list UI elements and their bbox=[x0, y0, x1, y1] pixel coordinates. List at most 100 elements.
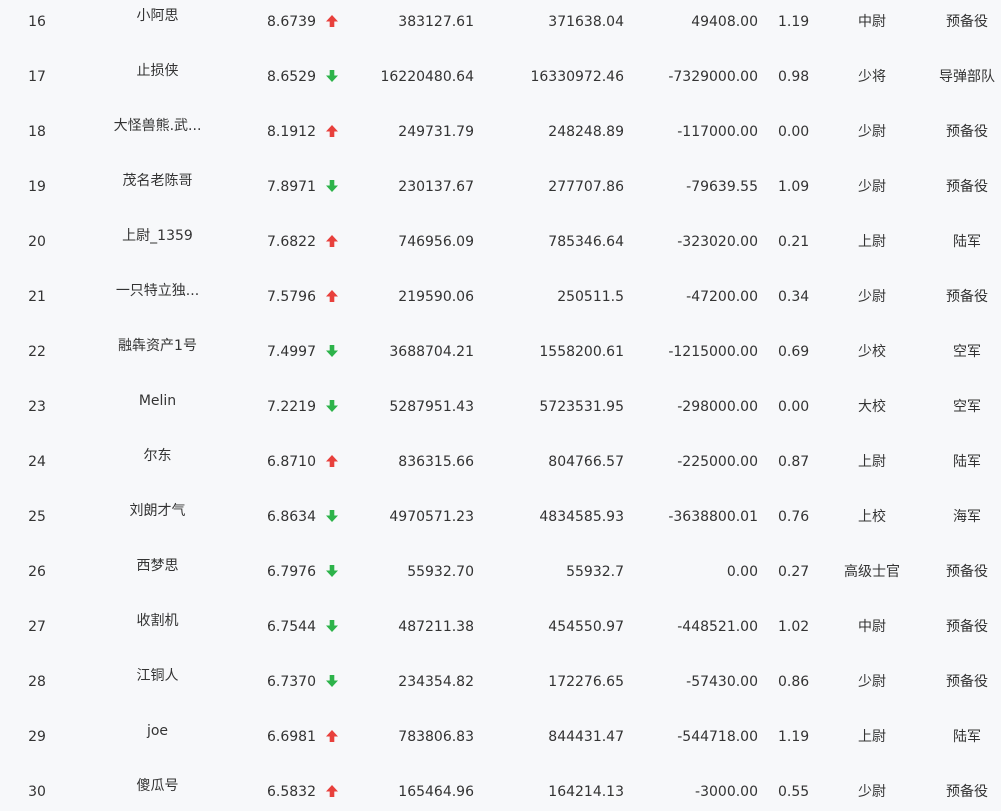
score-cell: 7.6822 bbox=[267, 234, 316, 250]
value1-cell: 383127.61 bbox=[398, 14, 474, 30]
table-row[interactable]: 26 西梦思 6.7976 55932.70 55932.7 0.00 0.27 高级士官 预备… bbox=[0, 550, 1001, 605]
value1-cell: 783806.83 bbox=[398, 729, 474, 745]
ratio-cell: 0.98 bbox=[778, 69, 810, 85]
table-row[interactable]: 16 小阿思 8.6739 383127.61 371638.04 49408.00 1.1… bbox=[0, 0, 1001, 55]
value2-cell: 172276.65 bbox=[548, 674, 624, 690]
score-cell: 8.6739 bbox=[267, 14, 316, 30]
value2-cell: 785346.64 bbox=[548, 234, 624, 250]
score-cell: 8.6529 bbox=[267, 69, 316, 85]
value2-cell: 55932.7 bbox=[566, 564, 624, 580]
ratio-cell: 0.76 bbox=[778, 509, 810, 525]
trader-name: 收割机 bbox=[136, 613, 179, 629]
military-rank-cell: 上尉 bbox=[858, 729, 886, 745]
arrow-down-icon bbox=[325, 619, 339, 633]
trader-name: 大怪兽熊.武... bbox=[113, 118, 202, 134]
table-row[interactable]: 30 傻瓜号 6.5832 165464.96 164214.13 -3000.00 0.5… bbox=[0, 770, 1001, 811]
rank-cell: 21 bbox=[28, 289, 46, 305]
military-rank-cell: 少尉 bbox=[858, 124, 886, 140]
branch-cell: 预备役 bbox=[946, 289, 988, 305]
branch-cell: 预备役 bbox=[946, 619, 988, 635]
rank-cell: 24 bbox=[28, 454, 46, 470]
arrow-up-icon bbox=[325, 289, 339, 303]
value1-cell: 230137.67 bbox=[398, 179, 474, 195]
value3-cell: -57430.00 bbox=[686, 674, 758, 690]
value2-cell: 250511.5 bbox=[557, 289, 624, 305]
value1-cell: 55932.70 bbox=[407, 564, 474, 580]
arrow-down-icon bbox=[325, 344, 339, 358]
arrow-up-icon bbox=[325, 729, 339, 743]
military-rank-cell: 上尉 bbox=[858, 234, 886, 250]
value1-cell: 836315.66 bbox=[398, 454, 474, 470]
military-rank-cell: 少校 bbox=[858, 344, 886, 360]
military-rank-cell: 少尉 bbox=[858, 289, 886, 305]
value2-cell: 277707.86 bbox=[548, 179, 624, 195]
score-cell: 7.4997 bbox=[267, 344, 316, 360]
table-row[interactable]: 21 一只特立独... 7.5796 219590.06 250511.5 -47200.… bbox=[0, 275, 1001, 330]
ratio-cell: 0.00 bbox=[778, 124, 810, 140]
rank-cell: 20 bbox=[28, 234, 46, 250]
table-row[interactable]: 18 大怪兽熊.武... 8.1912 249731.79 248248.89 -1170… bbox=[0, 110, 1001, 165]
arrow-down-icon bbox=[325, 179, 339, 193]
value3-cell: -544718.00 bbox=[677, 729, 758, 745]
ratio-cell: 0.27 bbox=[778, 564, 810, 580]
rank-cell: 18 bbox=[28, 124, 46, 140]
branch-cell: 预备役 bbox=[946, 124, 988, 140]
score-cell: 6.7370 bbox=[267, 674, 316, 690]
table-row[interactable]: 23 Melin 7.2219 5287951.43 5723531.95 -298000… bbox=[0, 385, 1001, 440]
value3-cell: -1215000.00 bbox=[668, 344, 758, 360]
table-row[interactable]: 27 收割机 6.7544 487211.38 454550.97 -448521.00 1… bbox=[0, 605, 1001, 660]
trader-name: 融犇资产1号 bbox=[118, 338, 197, 354]
arrow-down-icon bbox=[325, 674, 339, 688]
value2-cell: 1558200.61 bbox=[539, 344, 624, 360]
military-rank-cell: 少尉 bbox=[858, 784, 886, 800]
value2-cell: 164214.13 bbox=[548, 784, 624, 800]
military-rank-cell: 上校 bbox=[858, 509, 886, 525]
arrow-up-icon bbox=[325, 454, 339, 468]
trader-name: 西梦思 bbox=[136, 558, 179, 574]
score-cell: 7.8971 bbox=[267, 179, 316, 195]
rank-cell: 28 bbox=[28, 674, 46, 690]
table-row[interactable]: 17 止损侠 8.6529 16220480.64 16330972.46 -732900… bbox=[0, 55, 1001, 110]
branch-cell: 预备役 bbox=[946, 179, 988, 195]
ratio-cell: 0.00 bbox=[778, 399, 810, 415]
arrow-down-icon bbox=[325, 564, 339, 578]
value1-cell: 219590.06 bbox=[398, 289, 474, 305]
trader-name: 小阿思 bbox=[136, 8, 179, 24]
trader-name: 上尉_1359 bbox=[122, 228, 193, 244]
ratio-cell: 0.21 bbox=[778, 234, 810, 250]
trader-name: 江铜人 bbox=[136, 668, 179, 684]
military-rank-cell: 中尉 bbox=[858, 14, 886, 30]
arrow-down-icon bbox=[325, 69, 339, 83]
leaderboard-table: 16 小阿思 8.6739 383127.61 371638.04 49408.00 1.1… bbox=[0, 0, 1001, 811]
rank-cell: 19 bbox=[28, 179, 46, 195]
value1-cell: 165464.96 bbox=[398, 784, 474, 800]
rank-cell: 23 bbox=[28, 399, 46, 415]
score-cell: 6.8710 bbox=[267, 454, 316, 470]
ratio-cell: 0.87 bbox=[778, 454, 810, 470]
value1-cell: 4970571.23 bbox=[389, 509, 474, 525]
military-rank-cell: 少尉 bbox=[858, 674, 886, 690]
table-row[interactable]: 28 江铜人 6.7370 234354.82 172276.65 -57430.00 0.… bbox=[0, 660, 1001, 715]
value3-cell: -323020.00 bbox=[677, 234, 758, 250]
value3-cell: -79639.55 bbox=[686, 179, 758, 195]
value2-cell: 454550.97 bbox=[548, 619, 624, 635]
trader-name: 傻瓜号 bbox=[136, 778, 179, 794]
value3-cell: 49408.00 bbox=[691, 14, 758, 30]
table-row[interactable]: 19 茂名老陈哥 7.8971 230137.67 277707.86 -79639.55… bbox=[0, 165, 1001, 220]
branch-cell: 导弹部队 bbox=[939, 69, 995, 85]
table-row[interactable]: 24 尔东 6.8710 836315.66 804766.57 -225000.00 0.… bbox=[0, 440, 1001, 495]
branch-cell: 预备役 bbox=[946, 564, 988, 580]
score-cell: 6.6981 bbox=[267, 729, 316, 745]
military-rank-cell: 少尉 bbox=[858, 179, 886, 195]
value3-cell: -7329000.00 bbox=[668, 69, 758, 85]
trader-name: 刘朗才气 bbox=[129, 503, 186, 519]
table-row[interactable]: 22 融犇资产1号 7.4997 3688704.21 1558200.61 -12150… bbox=[0, 330, 1001, 385]
value2-cell: 804766.57 bbox=[548, 454, 624, 470]
table-row[interactable]: 29 joe 6.6981 783806.83 844431.47 -544718.00 1… bbox=[0, 715, 1001, 770]
branch-cell: 陆军 bbox=[953, 234, 981, 250]
value3-cell: -298000.00 bbox=[677, 399, 758, 415]
table-row[interactable]: 20 上尉_1359 7.6822 746956.09 785346.64 -323020… bbox=[0, 220, 1001, 275]
value2-cell: 371638.04 bbox=[548, 14, 624, 30]
table-row[interactable]: 25 刘朗才气 6.8634 4970571.23 4834585.93 -3638800… bbox=[0, 495, 1001, 550]
value3-cell: -225000.00 bbox=[677, 454, 758, 470]
